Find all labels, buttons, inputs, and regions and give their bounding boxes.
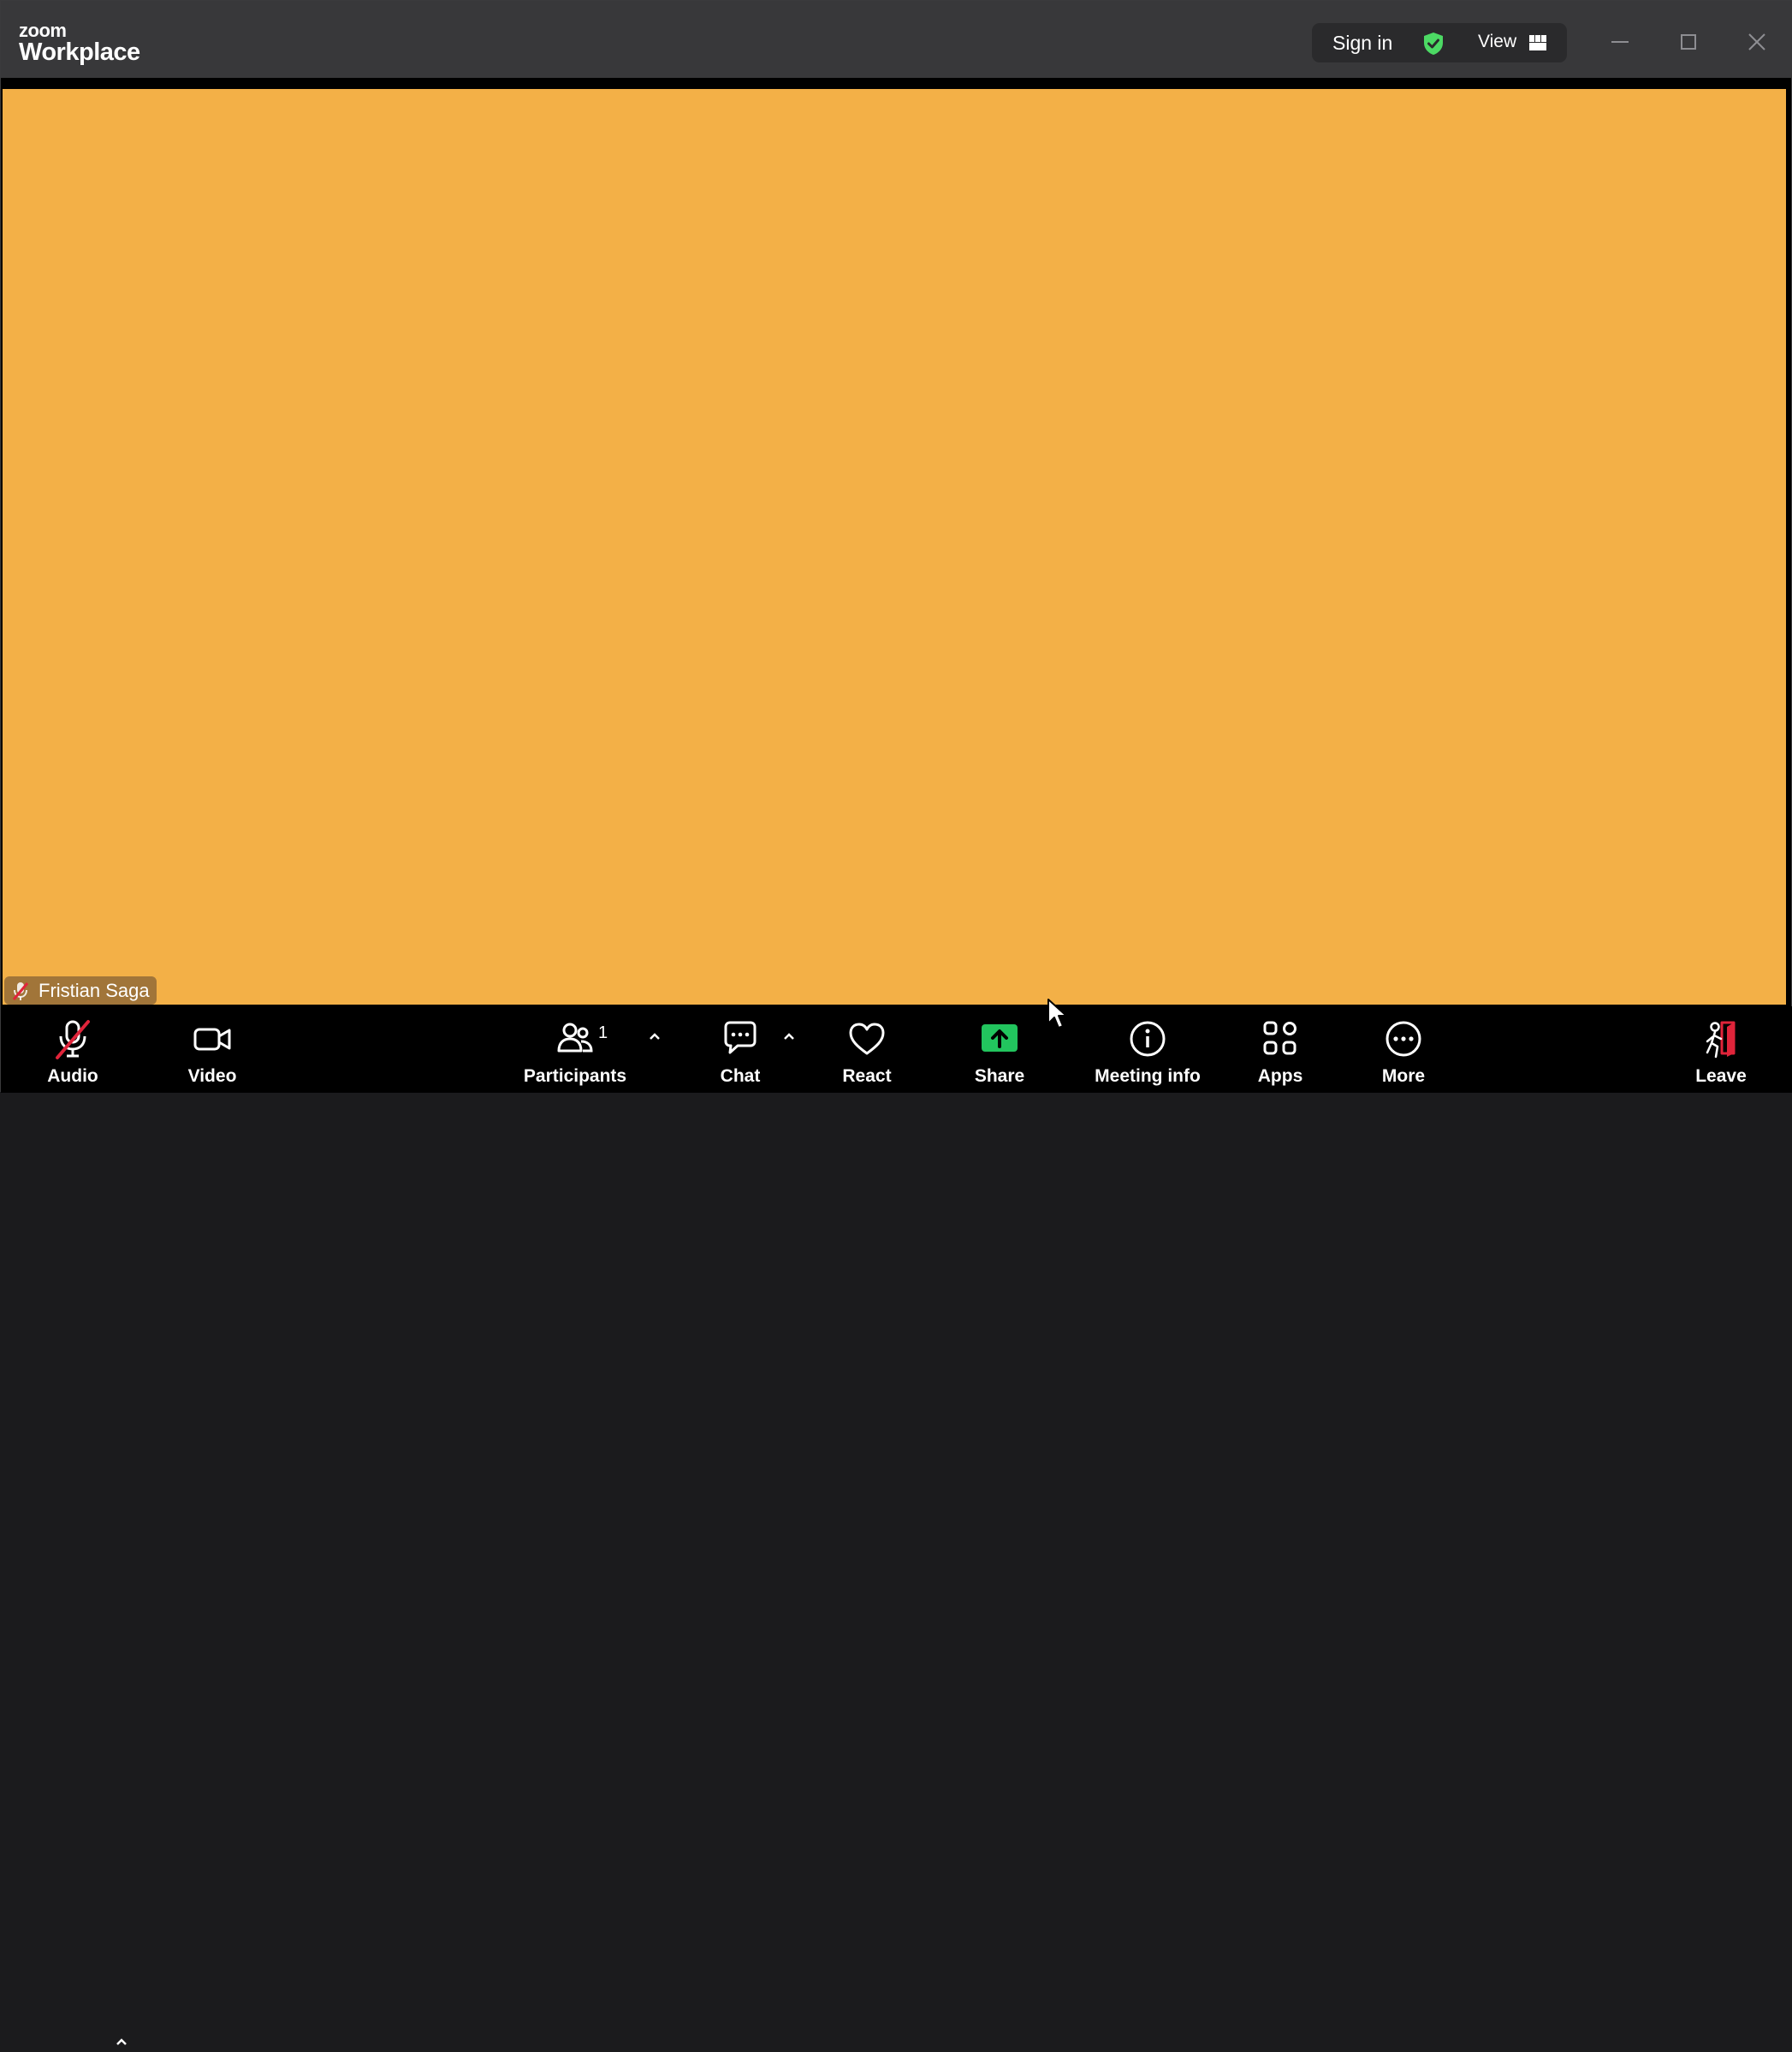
video-camera-icon: [193, 1028, 231, 1051]
close-icon[interactable]: [1735, 20, 1779, 64]
leave-label: Leave: [1695, 1066, 1747, 1086]
apps-label: Apps: [1257, 1066, 1303, 1086]
chat-label: Chat: [720, 1066, 761, 1086]
view-button[interactable]: View: [1478, 32, 1516, 52]
title-bar: zoom Workplace Sign in View: [1, 1, 1792, 78]
leave-door-icon: [1706, 1021, 1736, 1059]
info-icon: [1130, 1021, 1166, 1057]
shield-check-icon[interactable]: [1421, 31, 1446, 56]
participant-name: Fristian Saga: [39, 979, 150, 1001]
chat-options-caret-icon[interactable]: [779, 1026, 799, 1047]
video-label: Video: [187, 1066, 237, 1086]
participants-count: 1: [598, 1023, 608, 1042]
more-button[interactable]: More: [1378, 1006, 1429, 1093]
share-button[interactable]: Share: [971, 1006, 1028, 1093]
zoom-logo-workplace: Workplace: [19, 39, 140, 66]
more-options-icon: [1386, 1021, 1421, 1057]
audio-button[interactable]: Audio: [45, 1006, 101, 1093]
more-label: More: [1381, 1066, 1426, 1086]
signin-view-pill: Sign in View: [1312, 23, 1567, 62]
sign-in-button[interactable]: Sign in: [1332, 32, 1392, 55]
video-button[interactable]: Video: [182, 1006, 242, 1093]
react-button[interactable]: React: [839, 1006, 895, 1093]
audio-label: Audio: [47, 1066, 98, 1086]
gallery-view-icon: [1529, 35, 1546, 50]
maximize-icon[interactable]: [1666, 20, 1711, 64]
chat-bubble-icon: [724, 1021, 757, 1054]
share-label: Share: [974, 1066, 1025, 1086]
heart-icon: [849, 1023, 885, 1055]
zoom-window: zoom Workplace Sign in View Fristian Sag…: [0, 0, 1792, 2045]
apps-button[interactable]: Apps: [1257, 1006, 1303, 1093]
meeting-info-label: Meeting info: [1095, 1066, 1201, 1086]
minimize-icon[interactable]: [1598, 20, 1642, 64]
react-label: React: [842, 1066, 892, 1086]
apps-grid-icon: [1263, 1021, 1297, 1055]
chat-button[interactable]: Chat: [716, 1006, 764, 1093]
participant-name-tag: Fristian Saga: [4, 976, 157, 1005]
participants-options-caret-icon[interactable]: [644, 1026, 665, 1047]
participants-label: Participants: [523, 1066, 627, 1086]
meeting-info-button[interactable]: Meeting info: [1095, 1006, 1201, 1093]
leave-button[interactable]: Leave: [1694, 1006, 1748, 1093]
muted-mic-icon: [56, 1020, 90, 1059]
muted-mic-icon: [12, 982, 29, 1000]
share-screen-icon: [982, 1024, 1018, 1052]
meeting-toolbar: Audio Video Participants 1 Chat React Sh…: [1, 1006, 1792, 2045]
mouse-pointer-icon: [1047, 999, 1067, 1029]
video-stage: [3, 89, 1786, 1005]
zoom-logo-small: zoom: [19, 20, 67, 41]
participants-button[interactable]: Participants: [523, 1006, 627, 1093]
participants-icon: [557, 1023, 593, 1053]
audio-options-caret-icon[interactable]: [111, 2031, 132, 2052]
